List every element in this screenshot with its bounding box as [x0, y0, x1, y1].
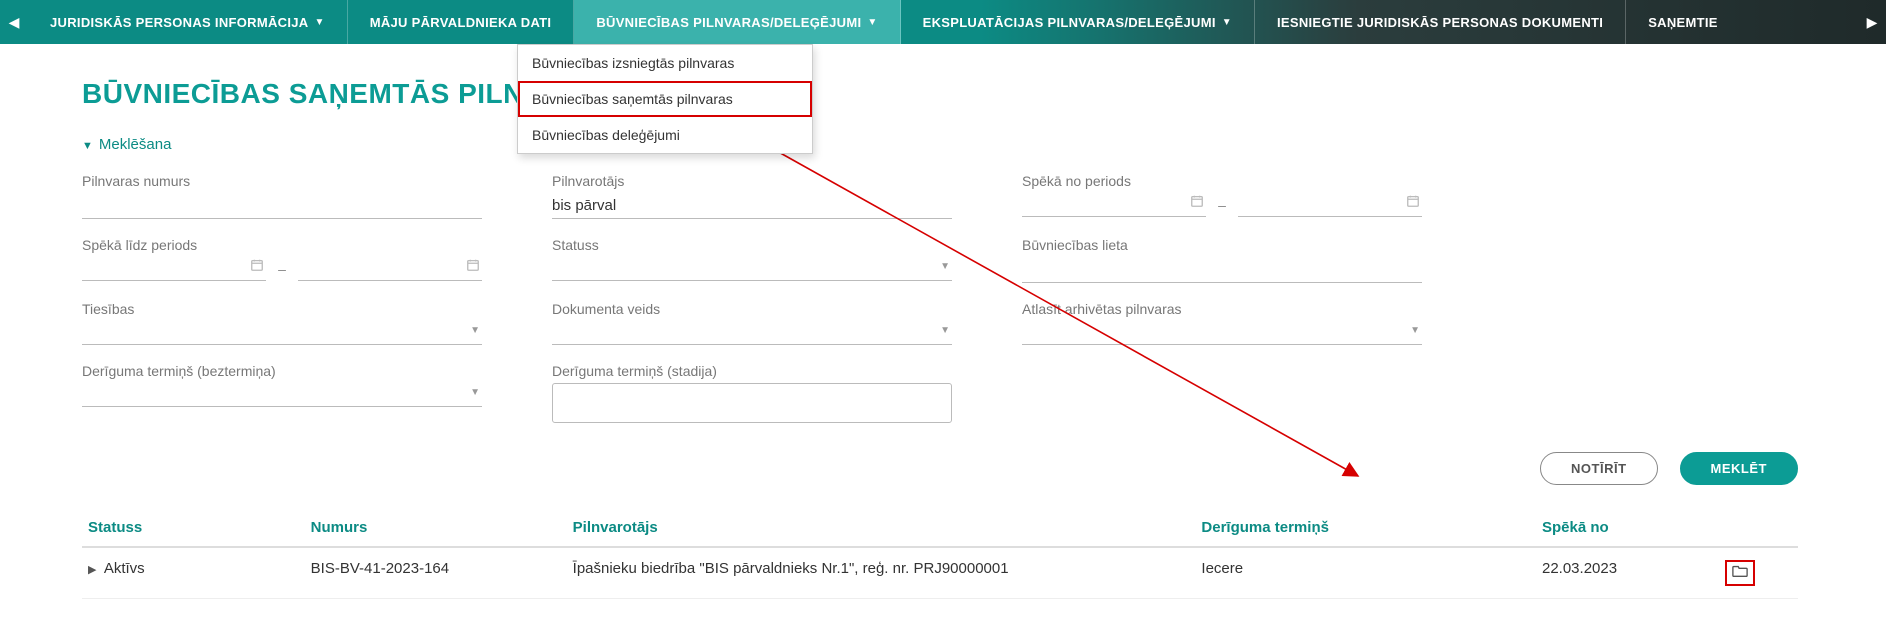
search-button[interactable]: MEKLĒT	[1680, 452, 1798, 485]
top-nav: ◀ JURIDISKĀS PERSONAS INFORMĀCIJA ▼ MĀJU…	[0, 0, 1886, 44]
form-actions: NOTĪRĪT MEKLĒT	[82, 452, 1798, 485]
field-label: Derīguma termiņš (stadija)	[552, 363, 952, 379]
field-label: Dokumenta veids	[552, 301, 952, 317]
nav-label: JURIDISKĀS PERSONAS INFORMĀCIJA	[50, 15, 309, 30]
deriguma-stad-input[interactable]	[552, 383, 952, 423]
search-form: Pilnvaras numurs Pilnvarotājs Spēkā no p…	[82, 173, 1798, 426]
field-deriguma-bez: Derīguma termiņš (beztermiņa)	[82, 363, 482, 426]
field-label: Tiesības	[82, 301, 482, 317]
search-toggle[interactable]: ▼ Meklēšana	[82, 136, 1798, 153]
field-label: Pilnvaras numurs	[82, 173, 482, 189]
arhivetas-select[interactable]	[1022, 321, 1422, 345]
field-statuss: Statuss	[552, 237, 952, 283]
dropdown-item-izsniegtas[interactable]: Būvniecības izsniegtās pilnvaras	[518, 45, 812, 81]
dokumenta-veids-select[interactable]	[552, 321, 952, 345]
nav-label: MĀJU PĀRVALDNIEKA DATI	[370, 15, 552, 30]
speka-lidz-to-input[interactable]	[298, 257, 482, 281]
page-body: BŪVNIECĪBAS SAŅEMTĀS PILNVARAS ▼ Meklēšan…	[0, 44, 1886, 599]
field-buvniecibas-lieta: Būvniecības lieta	[1022, 237, 1422, 283]
speka-lidz-from-input[interactable]	[82, 257, 266, 281]
col-deriguma[interactable]: Derīguma termiņš	[1195, 509, 1536, 547]
nav-label: SAŅEMTIE	[1648, 15, 1718, 30]
field-dokumenta-veids: Dokumenta veids	[552, 301, 952, 345]
field-deriguma-stad: Derīguma termiņš (stadija)	[552, 363, 952, 426]
tiesibas-select[interactable]	[82, 321, 482, 345]
nav-label: EKSPLUATĀCIJAS PILNVARAS/DELEĢĒJUMI	[923, 15, 1216, 30]
dropdown-label: Būvniecības saņemtās pilnvaras	[532, 91, 733, 107]
range-dash: –	[1218, 197, 1226, 213]
nav-dropdown: Būvniecības izsniegtās pilnvaras Būvniec…	[517, 44, 813, 154]
dropdown-label: Būvniecības izsniegtās pilnvaras	[532, 55, 734, 71]
nav-item-maju[interactable]: MĀJU PĀRVALDNIEKA DATI	[348, 0, 575, 44]
field-label: Pilnvarotājs	[552, 173, 952, 189]
chevron-down-icon: ▼	[82, 140, 93, 152]
search-toggle-label: Meklēšana	[99, 136, 172, 153]
field-tiesibas: Tiesības	[82, 301, 482, 345]
col-numurs[interactable]: Numurs	[305, 509, 567, 547]
cell-speka-no: 22.03.2023	[1536, 547, 1719, 599]
field-label: Būvniecības lieta	[1022, 237, 1422, 253]
nav-item-juridiskas[interactable]: JURIDISKĀS PERSONAS INFORMĀCIJA ▼	[28, 0, 348, 44]
dropdown-item-delegejumi[interactable]: Būvniecības deleģējumi	[518, 117, 812, 153]
table-row: ▶ Aktīvs BIS-BV-41-2023-164 Īpašnieku bi…	[82, 547, 1798, 599]
nav-scroll-right[interactable]: ▶	[1858, 0, 1886, 44]
expand-row-icon[interactable]: ▶	[88, 564, 96, 576]
nav-item-iesniegtie[interactable]: IESNIEGTIE JURIDISKĀS PERSONAS DOKUMENTI	[1255, 0, 1626, 44]
col-statuss[interactable]: Statuss	[82, 509, 305, 547]
col-pilnvarotajs[interactable]: Pilnvarotājs	[567, 509, 1196, 547]
field-label: Derīguma termiņš (beztermiņa)	[82, 363, 482, 379]
field-label: Spēkā no periods	[1022, 173, 1422, 189]
field-pilnvaras-numurs: Pilnvaras numurs	[82, 173, 482, 219]
cell-statuss: Aktīvs	[104, 560, 145, 577]
cell-deriguma: Iecere	[1195, 547, 1536, 599]
pilnvaras-numurs-input[interactable]	[82, 193, 482, 219]
calendar-icon	[1190, 194, 1204, 211]
field-arhivetas: Atlasīt arhivētas pilnvaras	[1022, 301, 1422, 345]
calendar-icon	[466, 258, 480, 275]
cell-pilnvarotajs: Īpašnieku biedrība "BIS pārvaldnieks Nr.…	[567, 547, 1196, 599]
speka-no-to-input[interactable]	[1238, 193, 1422, 217]
open-folder-button[interactable]	[1725, 560, 1755, 586]
field-label: Atlasīt arhivētas pilnvaras	[1022, 301, 1422, 317]
field-pilnvarotajs: Pilnvarotājs	[552, 173, 952, 219]
page-title: BŪVNIECĪBAS SAŅEMTĀS PILNVARAS	[82, 78, 1798, 110]
field-speka-no: Spēkā no periods –	[1022, 173, 1422, 219]
folder-icon	[1732, 564, 1748, 582]
pilnvarotajs-input[interactable]	[552, 193, 952, 219]
chevron-down-icon: ▼	[315, 17, 325, 28]
nav-item-buvniecibas[interactable]: BŪVNIECĪBAS PILNVARAS/DELEĢĒJUMI ▼	[574, 0, 900, 44]
calendar-icon	[250, 258, 264, 275]
calendar-icon	[1406, 194, 1420, 211]
statuss-select[interactable]	[552, 257, 952, 281]
dropdown-label: Būvniecības deleģējumi	[532, 127, 680, 143]
chevron-down-icon: ▼	[1222, 17, 1232, 28]
dropdown-item-sanemtas[interactable]: Būvniecības saņemtās pilnvaras	[518, 81, 812, 117]
field-speka-lidz: Spēkā līdz periods –	[82, 237, 482, 283]
speka-no-from-input[interactable]	[1022, 193, 1206, 217]
cell-numurs: BIS-BV-41-2023-164	[305, 547, 567, 599]
nav-item-sanemtie[interactable]: SAŅEMTIE	[1626, 0, 1740, 44]
deriguma-bez-select[interactable]	[82, 383, 482, 407]
field-label: Statuss	[552, 237, 952, 253]
field-label: Spēkā līdz periods	[82, 237, 482, 253]
nav-scroll-left[interactable]: ◀	[0, 0, 28, 44]
clear-button[interactable]: NOTĪRĪT	[1540, 452, 1658, 485]
results-table: Statuss Numurs Pilnvarotājs Derīguma ter…	[82, 509, 1798, 599]
nav-label: IESNIEGTIE JURIDISKĀS PERSONAS DOKUMENTI	[1277, 15, 1603, 30]
nav-item-ekspluatacijas[interactable]: EKSPLUATĀCIJAS PILNVARAS/DELEĢĒJUMI ▼	[901, 0, 1255, 44]
nav-label: BŪVNIECĪBAS PILNVARAS/DELEĢĒJUMI	[596, 15, 861, 30]
col-speka-no[interactable]: Spēkā no	[1536, 509, 1719, 547]
range-dash: –	[278, 261, 286, 277]
chevron-down-icon: ▼	[867, 17, 877, 28]
buvniecibas-lieta-input[interactable]	[1022, 257, 1422, 283]
